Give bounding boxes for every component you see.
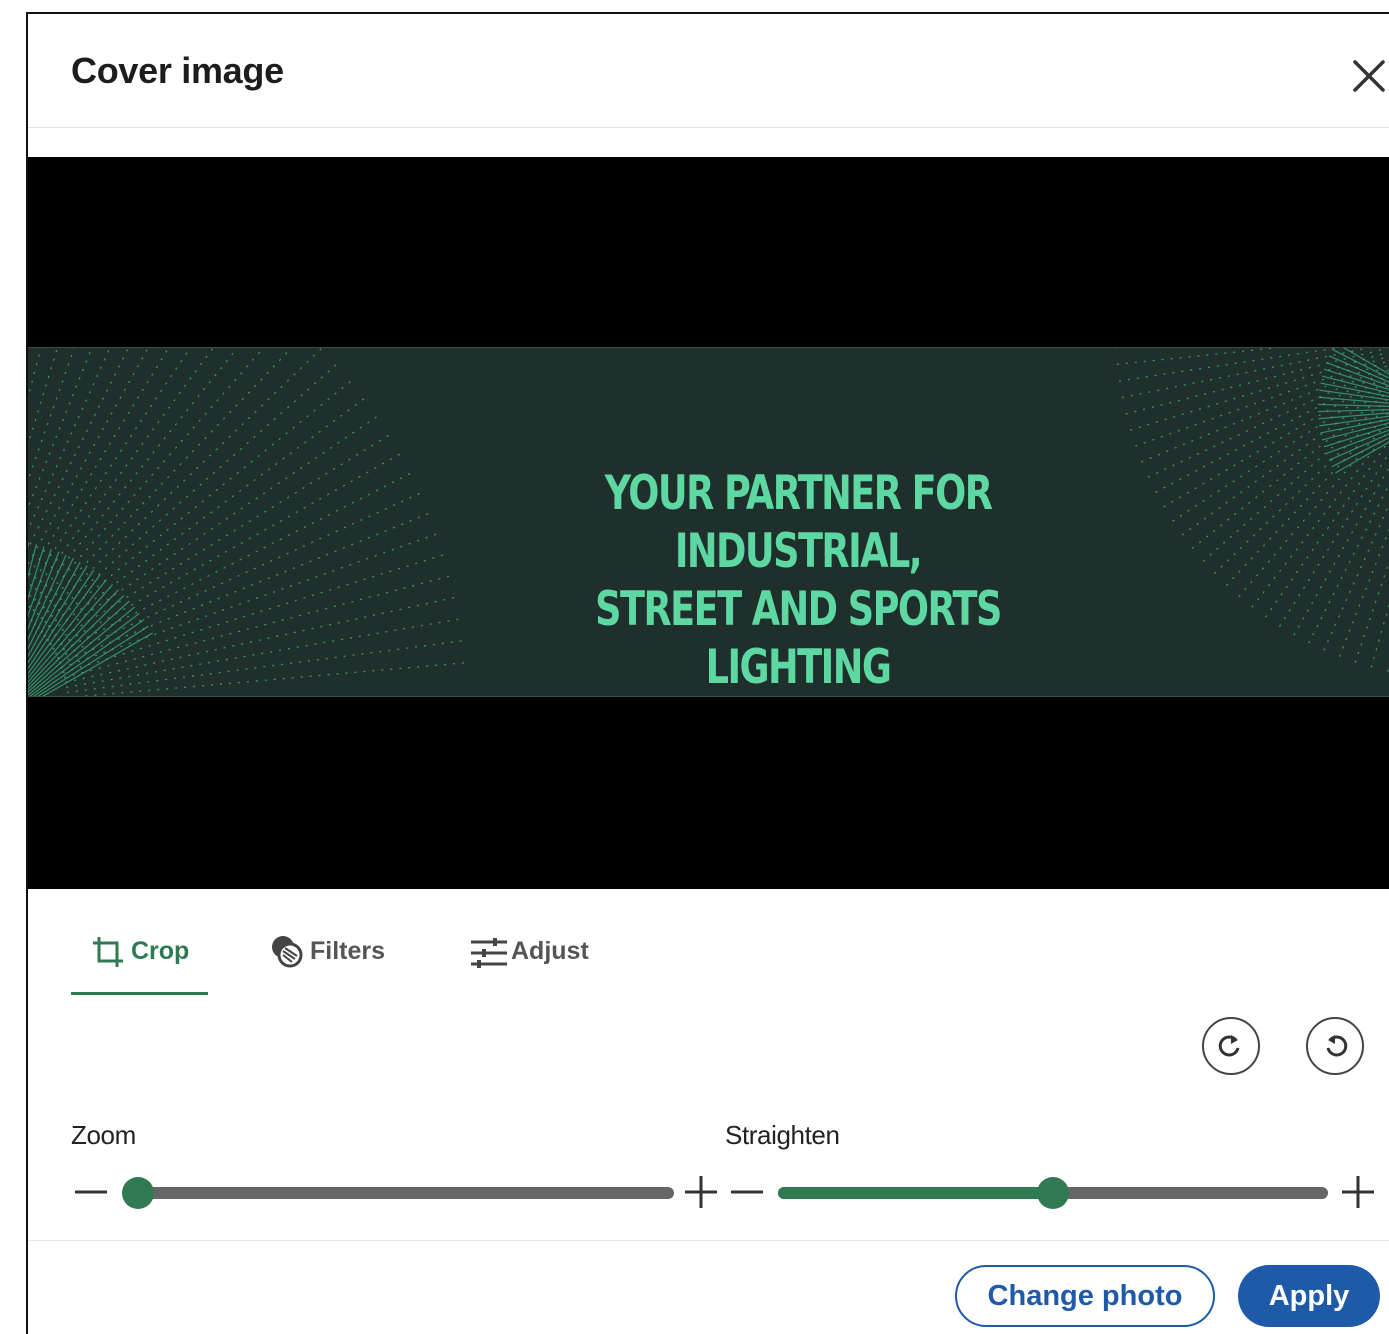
- straighten-increase-icon[interactable]: [1340, 1174, 1376, 1210]
- dialog-title: Cover image: [71, 50, 284, 91]
- cover-image-dialog: Cover image YOUR PARTNER FOR INDUSTRIAL,…: [26, 12, 1389, 1334]
- tab-adjust-label: Adjust: [511, 937, 589, 965]
- decor-line: [66, 618, 461, 689]
- decor-line: [1323, 425, 1389, 448]
- decor-line: [1233, 419, 1389, 603]
- tab-crop-label: Crop: [131, 937, 190, 965]
- decor-line: [1197, 396, 1389, 567]
- decor-line: [1318, 403, 1389, 407]
- dialog-header: Cover image: [28, 14, 1389, 128]
- active-tab-indicator: [71, 992, 208, 995]
- straighten-fill: [778, 1187, 1053, 1199]
- banner-headline: YOUR PARTNER FOR INDUSTRIAL, STREET AND …: [509, 465, 1086, 696]
- rotate-clockwise-button[interactable]: [1202, 1017, 1260, 1075]
- straighten-decrease-icon[interactable]: [729, 1174, 765, 1210]
- decor-line: [1128, 357, 1384, 450]
- decor-line: [1186, 390, 1389, 554]
- zoom-track: [124, 1187, 674, 1199]
- decor-line: [28, 579, 107, 679]
- tab-filters-label: Filters: [310, 937, 386, 965]
- decor-line: [1321, 422, 1389, 441]
- rotate-counterclockwise-button[interactable]: [1306, 1017, 1364, 1075]
- decor-line: [49, 433, 391, 646]
- decor-line: [77, 662, 467, 696]
- banner-line-2: STREET AND SPORTS LIGHTING: [595, 582, 1002, 695]
- decor-line: [28, 348, 93, 510]
- decor-line: [28, 348, 265, 618]
- decor-line: [28, 551, 60, 631]
- decor-line: [1166, 378, 1389, 526]
- decor-line: [28, 348, 130, 550]
- decor-line: [1336, 528, 1389, 664]
- zoom-label: Zoom: [71, 1120, 136, 1150]
- tab-crop[interactable]: Crop: [89, 929, 189, 999]
- decor-line: [52, 452, 402, 650]
- decor-line: [1320, 503, 1389, 657]
- rotate-counterclockwise-icon: [1326, 1035, 1348, 1057]
- decor-line: [33, 348, 323, 626]
- banner-line-1: YOUR PARTNER FOR INDUSTRIAL,: [604, 466, 993, 579]
- decor-line: [28, 348, 42, 401]
- decor-line: [1221, 411, 1389, 591]
- decor-line: [65, 596, 457, 684]
- decor-line: [28, 348, 59, 447]
- decor-line: [1318, 409, 1389, 413]
- decor-line: [1352, 560, 1389, 670]
- decor-line: [46, 415, 379, 642]
- zoom-thumb[interactable]: [122, 1177, 154, 1209]
- decor-line: [43, 397, 366, 637]
- straighten-label: Straighten: [725, 1120, 840, 1150]
- decor-line: [1247, 429, 1389, 614]
- image-preview[interactable]: YOUR PARTNER FOR INDUSTRIAL, STREET AND …: [28, 157, 1389, 889]
- decor-line: [54, 472, 413, 655]
- filters-icon: [272, 936, 303, 968]
- decor-line: [1208, 403, 1389, 579]
- rotate-clockwise-icon: [1218, 1035, 1240, 1057]
- footer-divider: [28, 1240, 1389, 1241]
- crop-icon: [93, 937, 123, 967]
- decor-line: [1260, 439, 1389, 624]
- zoom-out-icon[interactable]: [73, 1174, 109, 1210]
- sliders-icon: [471, 938, 507, 968]
- decor-line: [1321, 375, 1389, 394]
- decor-line: [1118, 349, 1381, 417]
- close-icon[interactable]: [1343, 50, 1389, 102]
- decor-line: [28, 348, 75, 482]
- decor-line: [1134, 361, 1385, 466]
- decor-line: [1157, 373, 1389, 512]
- straighten-thumb[interactable]: [1037, 1177, 1069, 1209]
- decor-line: [60, 532, 439, 669]
- decor-line: [37, 363, 338, 629]
- decor-line: [28, 589, 119, 687]
- cover-banner-image: YOUR PARTNER FOR INDUSTRIAL, STREET AND …: [28, 347, 1389, 697]
- decor-line: [33, 619, 145, 696]
- zoom-slider[interactable]: [122, 1177, 674, 1209]
- tab-adjust[interactable]: Adjust: [469, 929, 589, 999]
- decor-line: [28, 348, 170, 579]
- decor-line: [1275, 451, 1389, 633]
- straighten-slider[interactable]: [778, 1177, 1328, 1209]
- change-photo-button[interactable]: Change photo: [955, 1265, 1215, 1327]
- apply-button[interactable]: Apply: [1238, 1265, 1380, 1327]
- decor-line: [28, 348, 111, 532]
- zoom-in-icon[interactable]: [683, 1174, 719, 1210]
- tab-filters[interactable]: Filters: [268, 929, 385, 999]
- decor-line: [1368, 602, 1389, 675]
